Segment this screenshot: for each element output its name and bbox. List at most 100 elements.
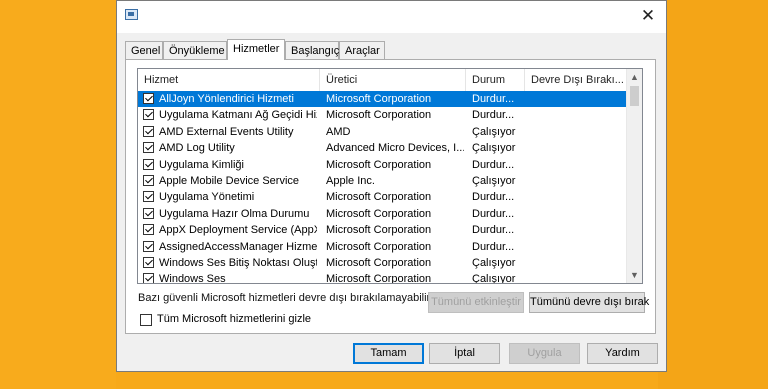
tab-tools[interactable]: Araçlar	[339, 41, 385, 59]
column-header-service[interactable]: Hizmet	[138, 69, 320, 91]
service-name: AllJoyn Yönlendirici Hizmeti	[159, 93, 294, 105]
title-bar[interactable]: ✕	[117, 1, 666, 33]
service-checkbox[interactable]	[143, 93, 154, 104]
service-status: Çalışıyor	[472, 125, 516, 138]
service-date-disabled	[531, 222, 626, 238]
service-checkbox[interactable]	[143, 273, 154, 283]
service-manufacturer: Microsoft Corporation	[326, 191, 432, 204]
service-date-disabled	[531, 107, 626, 123]
service-date-disabled	[531, 255, 626, 271]
service-name: AMD External Events Utility	[159, 125, 294, 138]
column-header-manufacturer[interactable]: Üretici	[320, 69, 466, 91]
service-date-disabled	[531, 206, 626, 222]
apply-button[interactable]: Uygula	[509, 343, 580, 364]
service-status: Çalışıyor	[472, 142, 516, 155]
service-date-disabled	[531, 239, 626, 255]
table-row[interactable]: AMD Log Utility Advanced Micro Devices, I…	[138, 140, 628, 156]
scroll-thumb[interactable]	[630, 86, 639, 106]
service-manufacturer: Microsoft Corporation	[326, 273, 432, 284]
close-button[interactable]: ✕	[636, 5, 660, 27]
service-date-disabled	[531, 173, 626, 189]
service-status: Durdur...	[472, 240, 515, 253]
scroll-up-icon[interactable]: ▲	[627, 69, 642, 85]
service-checkbox[interactable]	[143, 224, 154, 236]
service-name: Uygulama Kimliği	[159, 158, 244, 171]
cancel-button[interactable]: İptal	[429, 343, 500, 364]
table-row[interactable]: AssignedAccessManager Hizmeti Microsoft C…	[138, 239, 628, 255]
tab-startup[interactable]: Başlangıç	[285, 41, 339, 59]
ok-button[interactable]: Tamam	[353, 343, 424, 364]
vertical-scrollbar[interactable]: ▲ ▼	[626, 69, 642, 283]
services-list[interactable]: Hizmet Üretici Durum Devre Dışı Bırakı..…	[137, 68, 643, 284]
service-checkbox[interactable]	[143, 109, 154, 121]
background-left	[0, 0, 116, 389]
service-name: Windows Ses	[159, 273, 226, 284]
service-checkbox[interactable]	[143, 125, 154, 137]
table-row[interactable]: Windows Ses Microsoft Corporation Çalışıyo…	[138, 271, 628, 284]
service-status: Çalışıyor	[472, 174, 516, 187]
service-status: Durdur...	[472, 207, 515, 220]
hide-microsoft-label: Tüm Microsoft hizmetlerini gizle	[157, 313, 312, 325]
service-name: Uygulama Hazır Olma Durumu	[159, 207, 310, 220]
tab-general[interactable]: Genel	[125, 41, 163, 59]
column-header-status[interactable]: Durum	[466, 69, 525, 91]
service-date-disabled	[531, 157, 626, 173]
service-date-disabled	[531, 91, 626, 107]
column-header-date-disabled[interactable]: Devre Dışı Bırakı...	[525, 69, 628, 91]
service-manufacturer: Microsoft Corporation	[326, 109, 432, 122]
disable-all-button[interactable]: Tümünü devre dışı bırak	[529, 292, 649, 313]
enable-all-button[interactable]: Tümünü etkinleştir	[428, 292, 524, 313]
service-checkbox[interactable]	[143, 207, 154, 219]
table-row[interactable]: Uygulama Kimliği Microsoft Corporation Dur…	[138, 157, 628, 173]
table-row[interactable]: Apple Mobile Device Service Apple Inc. Çal…	[138, 173, 628, 189]
table-row[interactable]: Uygulama Hazır Olma Durumu Microsoft Corp…	[138, 206, 628, 222]
service-checkbox[interactable]	[143, 174, 154, 186]
table-row[interactable]: Windows Ses Bitiş Noktası Oluşt... Micros…	[138, 255, 628, 271]
msconfig-icon	[125, 9, 138, 20]
service-manufacturer: Microsoft Corporation	[326, 93, 432, 105]
service-manufacturer: Microsoft Corporation	[326, 207, 432, 220]
service-checkbox[interactable]	[143, 240, 154, 252]
service-status: Durdur...	[472, 158, 515, 171]
service-checkbox[interactable]	[143, 158, 154, 170]
service-status: Durdur...	[472, 109, 515, 122]
service-manufacturer: Microsoft Corporation	[326, 158, 432, 171]
service-date-disabled	[531, 140, 626, 156]
services-panel: Hizmet Üretici Durum Devre Dışı Bırakı..…	[125, 59, 656, 334]
scroll-down-icon[interactable]: ▼	[627, 267, 642, 283]
tab-services[interactable]: Hizmetler	[227, 39, 285, 60]
warning-note: Bazı güvenli Microsoft hizmetleri devre …	[138, 292, 433, 304]
service-name: Uygulama Katmanı Ağ Geçidi Hiz...	[159, 109, 317, 122]
service-status: Çalışıyor	[472, 273, 516, 284]
service-manufacturer: AMD	[326, 125, 351, 138]
service-name: Windows Ses Bitiş Noktası Oluşt...	[159, 256, 317, 269]
service-date-disabled	[531, 271, 626, 283]
service-name: Uygulama Yönetimi	[159, 191, 255, 204]
service-manufacturer: Microsoft Corporation	[326, 256, 432, 269]
table-row[interactable]: Uygulama Katmanı Ağ Geçidi Hiz... Microso…	[138, 107, 628, 123]
list-header: Hizmet Üretici Durum Devre Dışı Bırakı..…	[138, 69, 628, 92]
service-status: Çalışıyor	[472, 256, 516, 269]
service-name: AppX Deployment Service (AppX...	[159, 224, 317, 237]
service-status: Durdur...	[472, 93, 515, 105]
service-date-disabled	[531, 124, 626, 140]
table-row[interactable]: AppX Deployment Service (AppX... Microsof…	[138, 222, 628, 238]
service-manufacturer: Microsoft Corporation	[326, 224, 432, 237]
help-button[interactable]: Yardım	[587, 343, 658, 364]
table-row[interactable]: AMD External Events Utility AMD Çalışıyor	[138, 124, 628, 140]
service-rows: AllJoyn Yönlendirici Hizmeti Microsoft Co…	[138, 91, 628, 284]
service-date-disabled	[531, 189, 626, 205]
service-name: Apple Mobile Device Service	[159, 174, 300, 187]
hide-microsoft-checkbox[interactable]	[140, 314, 152, 326]
table-row[interactable]: Uygulama Yönetimi Microsoft Corporation Du…	[138, 189, 628, 205]
service-checkbox[interactable]	[143, 256, 154, 268]
tab-boot[interactable]: Önyükleme	[163, 41, 227, 59]
service-checkbox[interactable]	[143, 191, 154, 203]
service-manufacturer: Apple Inc.	[326, 174, 375, 187]
background-right	[658, 0, 768, 389]
service-name: AssignedAccessManager Hizmeti	[159, 240, 317, 253]
system-configuration-window: ✕ Genel Önyükleme Hizmetler Başlangıç Ar…	[116, 0, 667, 372]
table-row[interactable]: AllJoyn Yönlendirici Hizmeti Microsoft Co…	[138, 91, 628, 108]
service-checkbox[interactable]	[143, 142, 154, 154]
service-status: Durdur...	[472, 191, 515, 204]
